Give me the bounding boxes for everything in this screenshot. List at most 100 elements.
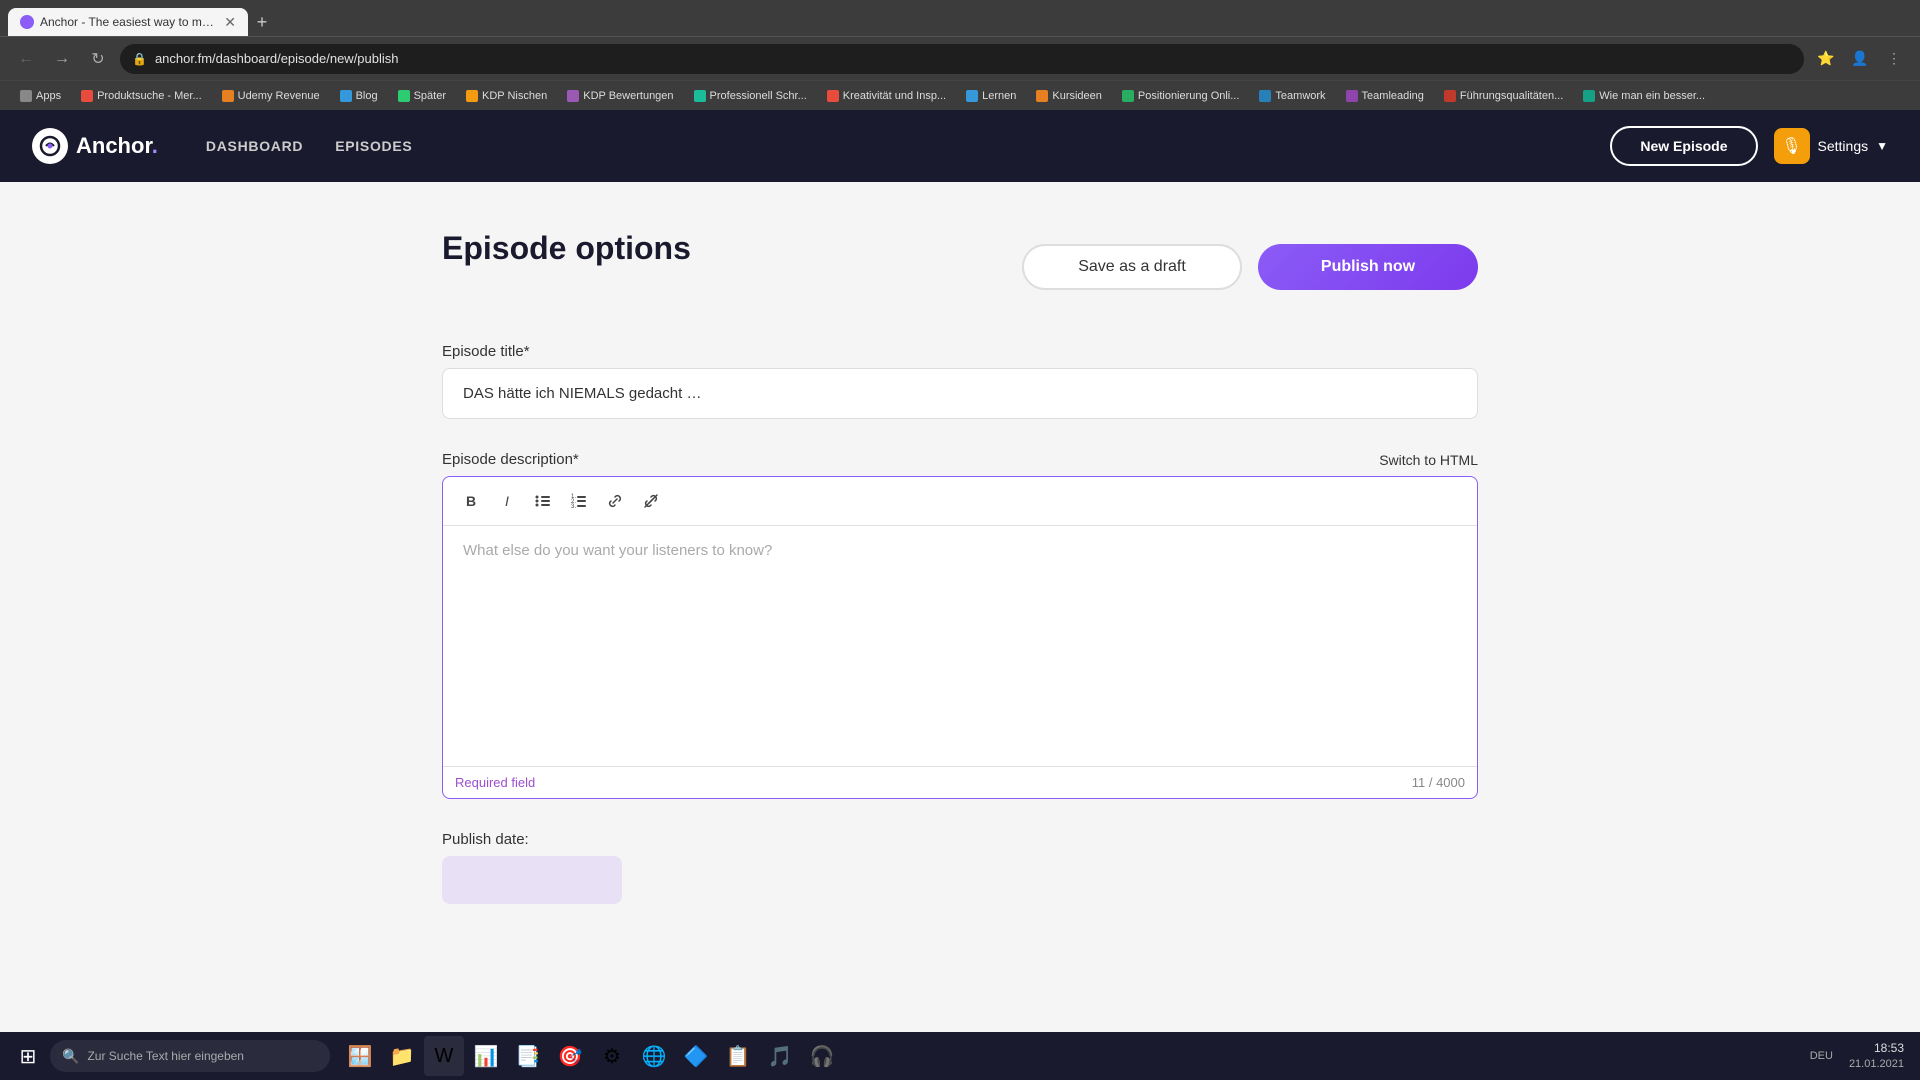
taskbar-sys-icons: DEU (1810, 1050, 1833, 1062)
taskbar-search-placeholder: Zur Suche Text hier eingeben (87, 1049, 244, 1063)
taskbar-app-windows[interactable]: 🪟 (340, 1036, 380, 1076)
unordered-list-button[interactable] (527, 485, 559, 517)
bookmark-label: Produktsuche - Mer... (97, 90, 202, 102)
publish-button[interactable]: Publish now (1258, 244, 1478, 290)
bookmark-label: Teamleading (1362, 90, 1424, 102)
navbar-right: New Episode 🎙 Settings ▼ (1610, 126, 1888, 166)
menu-icon[interactable]: ⋮ (1880, 45, 1908, 73)
bookmark-spaeter[interactable]: Später (390, 88, 454, 104)
editor-footer: Required field 11 / 4000 (443, 766, 1477, 798)
logo[interactable]: Anchor. (32, 128, 158, 164)
new-episode-button[interactable]: New Episode (1610, 126, 1757, 166)
bookmark-wie-man[interactable]: Wie man ein besser... (1575, 88, 1713, 104)
bookmark-label: Führungsqualitäten... (1460, 90, 1563, 102)
bookmark-label: Teamwork (1275, 90, 1325, 102)
bookmark-positionierung[interactable]: Positionierung Onli... (1114, 88, 1248, 104)
ssl-lock-icon: 🔒 (132, 52, 147, 66)
reload-button[interactable]: ↻ (84, 45, 112, 73)
bookmark-favicon (398, 90, 410, 102)
new-tab-button[interactable]: + (248, 8, 276, 36)
taskbar-app-misc3[interactable]: 📋 (718, 1036, 758, 1076)
svg-text:3.: 3. (571, 504, 576, 510)
time-display: 18:53 (1849, 1040, 1904, 1057)
taskbar-app-misc2[interactable]: ⚙ (592, 1036, 632, 1076)
bookmark-udemy[interactable]: Udemy Revenue (214, 88, 328, 104)
description-header: Episode description* Switch to HTML (442, 451, 1478, 468)
address-bar[interactable]: 🔒 anchor.fm/dashboard/episode/new/publis… (120, 44, 1804, 74)
bookmark-teamleading[interactable]: Teamleading (1338, 88, 1432, 104)
description-content-area[interactable]: What else do you want your listeners to … (443, 526, 1477, 766)
windows-icon: ⊞ (20, 1044, 37, 1069)
taskbar-app-word[interactable]: W (424, 1036, 464, 1076)
bookmark-fuehrung[interactable]: Führungsqualitäten... (1436, 88, 1571, 104)
bookmark-favicon (466, 90, 478, 102)
taskbar-time: 18:53 21.01.2021 (1849, 1040, 1904, 1072)
italic-button[interactable]: I (491, 485, 523, 517)
nav-episodes[interactable]: EPISODES (335, 138, 412, 154)
active-tab[interactable]: Anchor - The easiest way to mai... ✕ (8, 8, 248, 36)
bookmark-label: Kreativität und Insp... (843, 90, 946, 102)
bookmark-kreativitaet[interactable]: Kreativität und Insp... (819, 88, 954, 104)
episode-description-section: Episode description* Switch to HTML B I (442, 451, 1478, 799)
taskbar-app-powerpoint[interactable]: 📑 (508, 1036, 548, 1076)
taskbar-app-spotify[interactable]: 🎧 (802, 1036, 842, 1076)
start-button[interactable]: ⊞ (8, 1036, 48, 1076)
settings-icon: 🎙 (1774, 128, 1810, 164)
bookmark-label: Blog (356, 90, 378, 102)
episode-title-label: Episode title* (442, 343, 1478, 360)
taskbar-app-misc4[interactable]: 🎵 (760, 1036, 800, 1076)
bookmark-favicon (694, 90, 706, 102)
taskbar-app-edge[interactable]: 🔷 (676, 1036, 716, 1076)
editor-toolbar: B I 1. (443, 477, 1477, 526)
episode-title-input[interactable] (442, 368, 1478, 419)
bookmark-lernen[interactable]: Lernen (958, 88, 1024, 104)
taskbar-app-chrome[interactable]: 🌐 (634, 1036, 674, 1076)
bookmark-kdp-bewertungen[interactable]: KDP Bewertungen (559, 88, 681, 104)
episode-header: Episode options Save as a draft Publish … (442, 230, 1478, 303)
save-draft-button[interactable]: Save as a draft (1022, 244, 1242, 290)
bookmark-favicon (966, 90, 978, 102)
taskbar-search-bar[interactable]: 🔍 Zur Suche Text hier eingeben (50, 1040, 330, 1072)
settings-button[interactable]: 🎙 Settings ▼ (1774, 128, 1888, 164)
settings-label: Settings (1818, 138, 1869, 154)
bookmark-professionell[interactable]: Professionell Schr... (686, 88, 815, 104)
navbar-left: Anchor. DASHBOARD EPISODES (32, 128, 412, 164)
bookmark-favicon (1583, 90, 1595, 102)
bookmark-favicon (567, 90, 579, 102)
tab-close-button[interactable]: ✕ (224, 14, 236, 31)
bookmarks-bar: Apps Produktsuche - Mer... Udemy Revenue… (0, 80, 1920, 110)
extensions-icon[interactable]: ⭐ (1812, 45, 1840, 73)
bookmark-label: Kursideen (1052, 90, 1102, 102)
bookmark-blog[interactable]: Blog (332, 88, 386, 104)
bookmark-label: Professionell Schr... (710, 90, 807, 102)
link-button[interactable] (599, 485, 631, 517)
publish-date-label: Publish date: (442, 831, 1478, 848)
forward-button[interactable]: → (48, 45, 76, 73)
taskbar-app-explorer[interactable]: 📁 (382, 1036, 422, 1076)
taskbar-app-misc1[interactable]: 🎯 (550, 1036, 590, 1076)
bookmark-favicon (1122, 90, 1134, 102)
bookmark-kursideen[interactable]: Kursideen (1028, 88, 1110, 104)
logo-icon (32, 128, 68, 164)
bookmark-apps[interactable]: Apps (12, 88, 69, 104)
taskbar-app-excel[interactable]: 📊 (466, 1036, 506, 1076)
bookmark-favicon (1346, 90, 1358, 102)
publish-date-value[interactable] (442, 856, 622, 904)
browser-toolbar: ← → ↻ 🔒 anchor.fm/dashboard/episode/new/… (0, 36, 1920, 80)
unlink-button[interactable] (635, 485, 667, 517)
switch-to-html-link[interactable]: Switch to HTML (1379, 452, 1478, 468)
bookmark-kdp-nischen[interactable]: KDP Nischen (458, 88, 555, 104)
date-display: 21.01.2021 (1849, 1057, 1904, 1072)
bookmark-label: KDP Nischen (482, 90, 547, 102)
ordered-list-button[interactable]: 1. 2. 3. (563, 485, 595, 517)
profile-icon[interactable]: 👤 (1846, 45, 1874, 73)
tab-title: Anchor - The easiest way to mai... (40, 15, 218, 29)
bold-button[interactable]: B (455, 485, 487, 517)
nav-dashboard[interactable]: DASHBOARD (206, 138, 303, 154)
bookmark-produktsuche[interactable]: Produktsuche - Mer... (73, 88, 210, 104)
taskbar: ⊞ 🔍 Zur Suche Text hier eingeben 🪟 📁 W 📊… (0, 1032, 1920, 1080)
description-placeholder: What else do you want your listeners to … (463, 542, 772, 559)
back-button[interactable]: ← (12, 45, 40, 73)
bookmark-teamwork[interactable]: Teamwork (1251, 88, 1333, 104)
app-wrapper: Anchor. DASHBOARD EPISODES New Episode 🎙… (0, 110, 1920, 1010)
